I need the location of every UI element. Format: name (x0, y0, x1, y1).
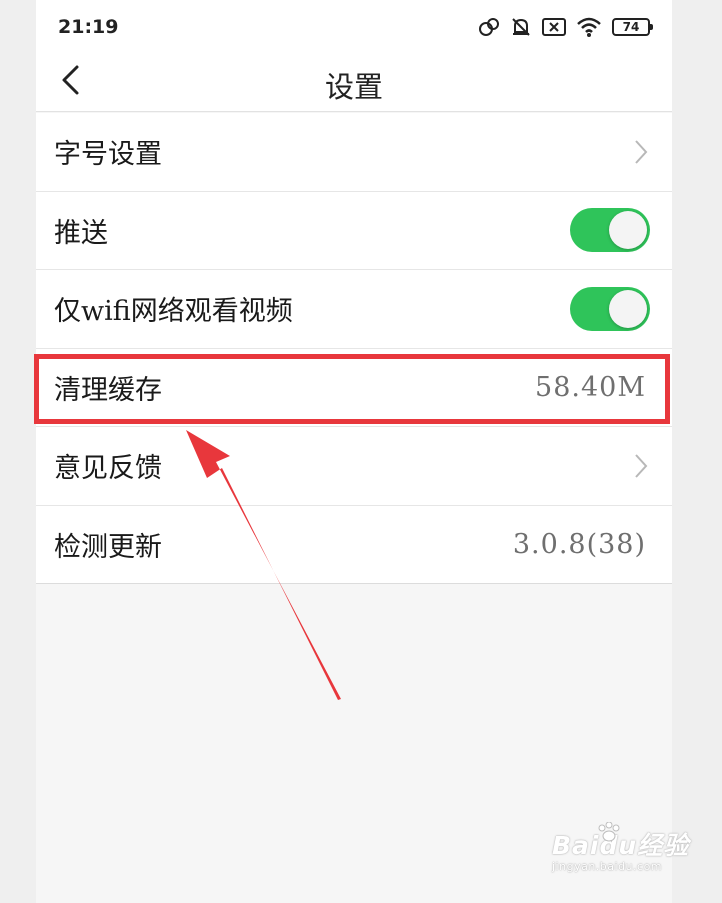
setting-feedback[interactable]: 意见反馈 (36, 427, 672, 506)
setting-label: 推送 (54, 217, 108, 249)
baidu-watermark: Baidu经验 jingyan.baidu.com (552, 821, 689, 873)
chevron-right-icon (630, 451, 652, 481)
setting-label: 检测更新 (54, 531, 162, 563)
setting-push: 推送 (36, 192, 672, 270)
setting-clear-cache[interactable]: 清理缓存 58.40M (36, 349, 672, 427)
toggle-knob (609, 211, 647, 250)
paw-icon (596, 821, 622, 846)
nav-bar: 设置 (36, 54, 672, 112)
setting-label: 意见反馈 (54, 453, 162, 485)
battery-level: 74 (622, 20, 640, 34)
wifi-only-toggle[interactable] (570, 286, 650, 331)
version-value: 3.0.8(38) (512, 528, 646, 560)
push-toggle[interactable] (570, 208, 650, 253)
setting-label: 清理缓存 (54, 374, 162, 406)
status-bar: 21:19 74 (36, 0, 672, 54)
wifi-icon (576, 16, 602, 38)
status-icons: 74 (478, 14, 653, 40)
status-time: 21:19 (58, 16, 119, 38)
toggle-knob (609, 289, 647, 328)
page-title: 设置 (324, 70, 383, 104)
cache-size-value: 58.40M (535, 371, 646, 403)
chevron-right-icon (630, 137, 652, 167)
phone-screen: 21:19 74 设置 字号设置 推送 仅wifi网络观看视频 清理缓存 58.… (36, 0, 672, 903)
link-icon (478, 16, 500, 38)
setting-check-update[interactable]: 检测更新 3.0.8(38) (36, 506, 672, 584)
bell-off-icon (510, 16, 532, 38)
battery-icon: 74 (612, 18, 653, 36)
sim-blocked-icon (542, 17, 566, 37)
setting-font-size[interactable]: 字号设置 (36, 113, 672, 192)
settings-list: 字号设置 推送 仅wifi网络观看视频 清理缓存 58.40M 意见反馈 检测更… (36, 113, 672, 584)
setting-label: 字号设置 (54, 139, 162, 171)
setting-wifi-only: 仅wifi网络观看视频 (36, 270, 672, 349)
setting-label: 仅wifi网络观看视频 (54, 296, 293, 328)
